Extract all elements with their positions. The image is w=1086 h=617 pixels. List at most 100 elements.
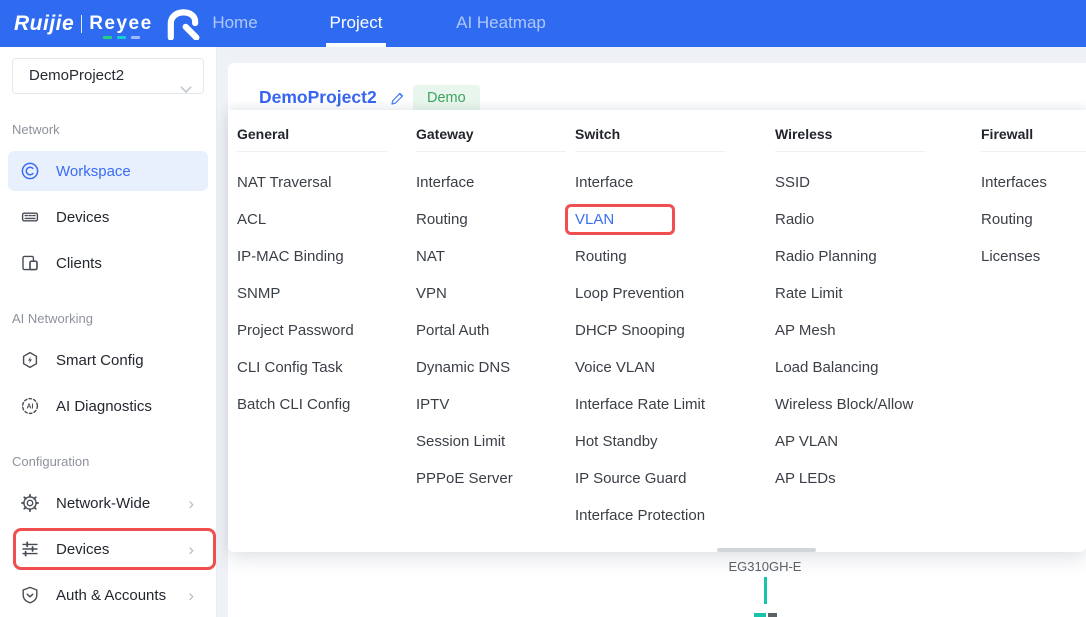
menu-item-dynamic-dns[interactable]: Dynamic DNS: [416, 349, 586, 386]
menu-item-routing[interactable]: Routing: [575, 238, 745, 275]
tab-ai-heatmap[interactable]: AI Heatmap: [436, 0, 566, 47]
menu-item-label: NAT: [416, 248, 445, 265]
topology-link-line: [764, 577, 767, 604]
topology-device-label[interactable]: EG310GH-E: [725, 559, 805, 574]
pencil-icon[interactable]: [388, 90, 405, 112]
column-divider: [237, 151, 387, 152]
sidebar-item-label: AI Diagnostics: [56, 398, 152, 415]
menu-item-label: SNMP: [237, 285, 280, 302]
menu-item-label: CLI Config Task: [237, 359, 343, 376]
menu-item-radio-planning[interactable]: Radio Planning: [775, 238, 945, 275]
menu-column-title: Wireless: [775, 110, 945, 142]
ai-diagnostics-icon: AI: [20, 396, 40, 416]
menu-item-nat[interactable]: NAT: [416, 238, 586, 275]
gear-icon: [20, 493, 40, 513]
menu-item-label: DHCP Snooping: [575, 322, 685, 339]
menu-column-firewall: Firewall Interfaces RoutingLicenses: [981, 110, 1086, 275]
sidebar-item-smart-config[interactable]: Smart Config: [8, 340, 208, 380]
sidebar-item-ai-diagnostics[interactable]: AI AI Diagnostics: [8, 386, 208, 426]
menu-item-label: NAT Traversal: [237, 174, 331, 191]
shield-icon: [20, 585, 40, 605]
menu-item-acl[interactable]: ACL: [237, 201, 407, 238]
topology-device-top-dark: [768, 613, 777, 617]
sidebar-item-clients[interactable]: Clients: [8, 243, 208, 283]
menu-item-iptv[interactable]: IPTV: [416, 386, 586, 423]
tab-home[interactable]: Home: [196, 0, 274, 47]
sidebar-item-workspace[interactable]: Workspace: [8, 151, 208, 191]
menu-item-session-limit[interactable]: Session Limit: [416, 423, 586, 460]
horizontal-scrollbar-thumb[interactable]: [717, 548, 816, 552]
menu-item-voice-vlan[interactable]: Voice VLAN: [575, 349, 745, 386]
ruijie-wordmark: Ruijie: [14, 12, 74, 36]
chevron-right-icon: ›: [188, 587, 194, 604]
menu-item-wireless-block-allow[interactable]: Wireless Block/Allow: [775, 386, 945, 423]
menu-item-label: Load Balancing: [775, 359, 878, 376]
menu-item-label: Interfaces: [981, 174, 1047, 191]
column-divider: [981, 151, 1086, 152]
menu-item-ip-source-guard[interactable]: IP Source Guard: [575, 460, 745, 497]
menu-item-licenses[interactable]: Licenses: [981, 238, 1086, 275]
menu-item-rate-limit[interactable]: Rate Limit: [775, 275, 945, 312]
menu-item-ip-mac-binding[interactable]: IP-MAC Binding: [237, 238, 407, 275]
menu-column-title: Switch: [575, 110, 745, 142]
menu-item-project-password[interactable]: Project Password: [237, 312, 407, 349]
menu-item-label: Hot Standby: [575, 433, 658, 450]
menu-item-vlan[interactable]: VLAN: [575, 201, 745, 238]
menu-item-ap-vlan[interactable]: AP VLAN: [775, 423, 945, 460]
menu-item-routing[interactable]: Routing: [981, 201, 1086, 238]
menu-item-interface[interactable]: Interface: [575, 164, 745, 201]
menu-item-ap-mesh[interactable]: AP Mesh: [775, 312, 945, 349]
reyee-color-dashes: [103, 36, 140, 39]
sidebar-item-auth-accounts[interactable]: Auth & Accounts›: [8, 575, 208, 615]
menu-item-nat-traversal[interactable]: NAT Traversal: [237, 164, 407, 201]
brand-logo: Ruijie Reyee: [14, 0, 203, 47]
menu-item-pppoe-server[interactable]: PPPoE Server: [416, 460, 586, 497]
chevron-right-icon: ›: [188, 495, 194, 512]
menu-item-routing[interactable]: Routing: [416, 201, 586, 238]
menu-item-interface-protection[interactable]: Interface Protection: [575, 497, 745, 534]
menu-column-title: Firewall: [981, 110, 1086, 142]
sliders-icon: [20, 539, 40, 559]
sidebar-item-devices[interactable]: Devices ›: [8, 529, 208, 569]
menu-item-load-balancing[interactable]: Load Balancing: [775, 349, 945, 386]
tab-project[interactable]: Project: [316, 0, 396, 47]
menu-item-label: AP VLAN: [775, 433, 838, 450]
menu-item-dhcp-snooping[interactable]: DHCP Snooping: [575, 312, 745, 349]
menu-item-snmp[interactable]: SNMP: [237, 275, 407, 312]
sidebar-item-devices[interactable]: Devices: [8, 197, 208, 237]
sidebar-item-label: Devices: [56, 541, 109, 558]
menu-item-ap-leds[interactable]: AP LEDs: [775, 460, 945, 497]
chevron-right-icon: ›: [188, 541, 194, 558]
menu-item-batch-cli-config[interactable]: Batch CLI Config: [237, 386, 407, 423]
menu-column-wireless: Wireless SSID Radio Radio Planning Rate Limi…: [775, 110, 945, 497]
config-mega-menu: GeneralNAT TraversalACLIP-MAC BindingSNM…: [228, 110, 1086, 552]
menu-item-label: Interface: [575, 174, 633, 191]
sidebar-item-network-wide[interactable]: Network-Wide›: [8, 483, 208, 523]
page-title[interactable]: DemoProject2: [259, 87, 377, 108]
section-label-configuration: Configuration: [12, 454, 216, 469]
menu-column-gateway: GatewayInterfaceRoutingNATVPNPortal Auth…: [416, 110, 586, 497]
column-divider: [775, 151, 925, 152]
menu-item-label: ACL: [237, 211, 266, 228]
menu-item-vpn[interactable]: VPN: [416, 275, 586, 312]
menu-item-portal-auth[interactable]: Portal Auth: [416, 312, 586, 349]
menu-item-label: Radio: [775, 211, 814, 228]
menu-item-hot-standby[interactable]: Hot Standby: [575, 423, 745, 460]
menu-item-label: Portal Auth: [416, 322, 489, 339]
menu-column-switch: Switch Interface VLAN Routing Loop Preventio…: [575, 110, 745, 534]
menu-item-label: VLAN: [575, 211, 614, 228]
topology-device-top-teal: [754, 613, 766, 617]
project-selector[interactable]: DemoProject2: [12, 58, 204, 94]
menu-item-interfaces[interactable]: Interfaces: [981, 164, 1086, 201]
chevron-down-icon: [180, 73, 192, 107]
menu-item-loop-prevention[interactable]: Loop Prevention: [575, 275, 745, 312]
menu-item-interface-rate-limit[interactable]: Interface Rate Limit: [575, 386, 745, 423]
menu-item-label: Interface Protection: [575, 507, 705, 524]
menu-item-cli-config-task[interactable]: CLI Config Task: [237, 349, 407, 386]
menu-item-ssid[interactable]: SSID: [775, 164, 945, 201]
menu-item-label: Rate Limit: [775, 285, 843, 302]
menu-item-interface[interactable]: Interface: [416, 164, 586, 201]
menu-item-radio[interactable]: Radio: [775, 201, 945, 238]
column-divider: [416, 151, 566, 152]
menu-item-label: Routing: [575, 248, 627, 265]
